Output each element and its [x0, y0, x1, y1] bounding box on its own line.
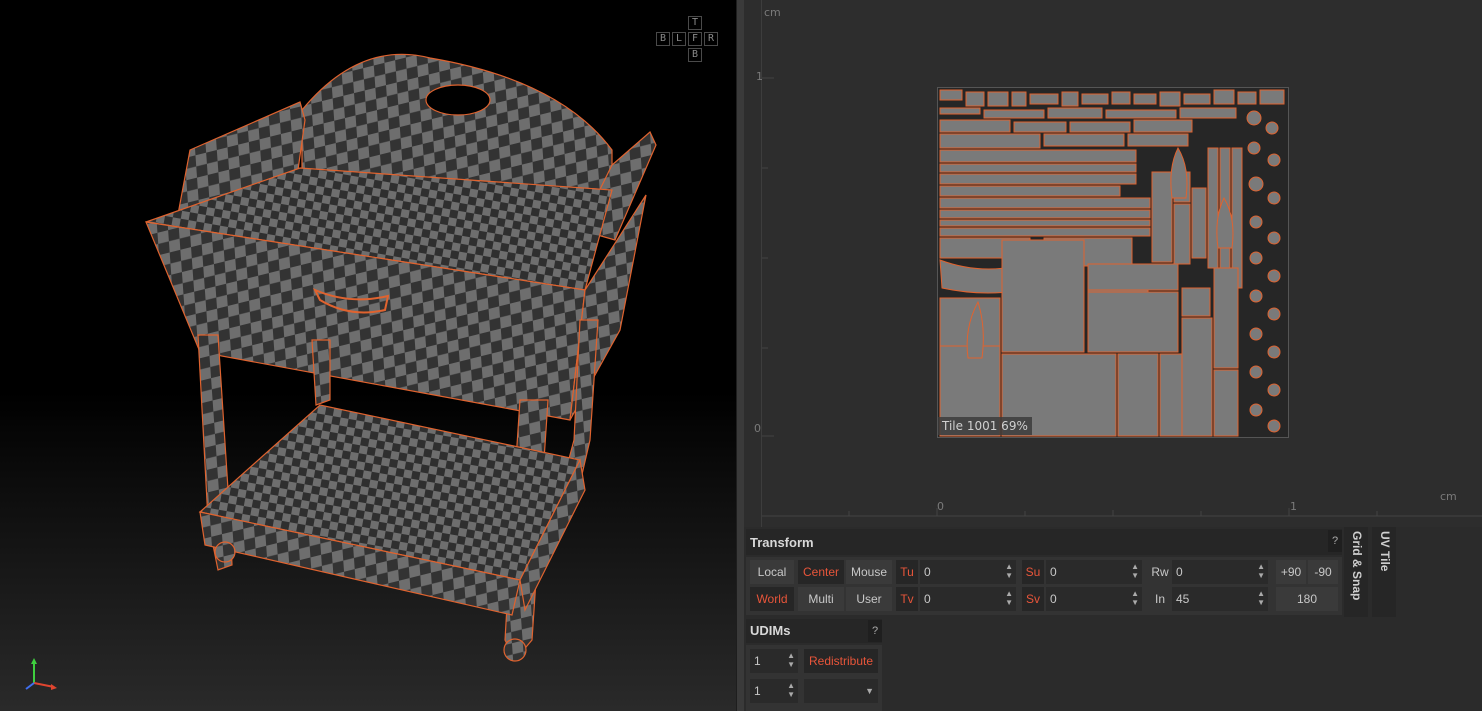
tu-value[interactable]: 0 — [924, 565, 931, 579]
sv-field[interactable]: 0 ▲ ▼ — [1046, 587, 1142, 611]
transform-help-button[interactable]: ? — [1328, 530, 1342, 552]
su-value[interactable]: 0 — [1050, 565, 1057, 579]
chevron-down-icon[interactable]: ▼ — [865, 679, 874, 703]
axis-gizmo-3d-icon — [25, 658, 57, 690]
navcube-right[interactable]: R — [704, 32, 718, 46]
redistribute-button[interactable]: Redistribute — [804, 649, 878, 673]
rotate-minus90-button[interactable]: -90 — [1308, 560, 1338, 584]
tu-label: Tu — [896, 560, 918, 584]
udim-v-value[interactable]: 1 — [754, 684, 761, 698]
in-field[interactable]: 45 ▲ ▼ — [1172, 587, 1268, 611]
tv-value[interactable]: 0 — [924, 592, 931, 606]
model-render — [145, 53, 657, 662]
uv-editor-canvas[interactable]: cm 1 0 0 1 cm Tile 1001 69% — [744, 0, 1482, 527]
in-value[interactable]: 45 — [1176, 592, 1189, 606]
udims-header: UDIMs — [746, 619, 882, 643]
sv-spinner-icon[interactable]: ▲ ▼ — [1131, 589, 1139, 607]
udim-v-spinner-icon[interactable]: ▲ ▼ — [787, 681, 795, 699]
su-field[interactable]: 0 ▲ ▼ — [1046, 560, 1142, 584]
rotate-plus90-button[interactable]: +90 — [1276, 560, 1306, 584]
udim-v-field[interactable]: 1 ▲ ▼ — [750, 679, 798, 703]
udim-u-spinner-icon[interactable]: ▲ ▼ — [787, 651, 795, 669]
rw-label: Rw — [1151, 565, 1169, 579]
udims-help-button[interactable]: ? — [868, 620, 882, 642]
navcube-left[interactable]: L — [672, 32, 686, 46]
tool-panel: Transform ? Grid & Snap UV Tile Local Wo… — [744, 527, 1482, 711]
center-button[interactable]: Center — [798, 560, 844, 584]
local-button[interactable]: Local — [750, 560, 794, 584]
view-navcube[interactable]: T B L F R B — [654, 16, 720, 64]
uv-islands — [939, 89, 1285, 437]
viewport-3d[interactable]: T B L F R B — [0, 0, 736, 711]
rw-field[interactable]: 0 ▲ ▼ — [1172, 560, 1268, 584]
tab-grid-snap[interactable]: Grid & Snap — [1344, 527, 1368, 617]
navcube-back[interactable]: B — [656, 32, 670, 46]
app-root: T B L F R B cm 1 0 0 1 cm Tile 1001 69% … — [0, 0, 1482, 711]
navcube-bottom[interactable]: B — [688, 48, 702, 62]
tile-info-label: Tile 1001 69% — [938, 417, 1032, 435]
rw-value[interactable]: 0 — [1176, 565, 1183, 579]
tu-field[interactable]: 0 ▲ ▼ — [920, 560, 1016, 584]
sv-value[interactable]: 0 — [1050, 592, 1057, 606]
udim-dropdown[interactable]: ▼ — [804, 679, 878, 703]
mouse-button[interactable]: Mouse — [846, 560, 892, 584]
panel-divider[interactable] — [736, 0, 744, 711]
su-spinner-icon[interactable]: ▲ ▼ — [1131, 562, 1139, 580]
navcube-top[interactable]: T — [688, 16, 702, 30]
navcube-front[interactable]: F — [688, 32, 702, 46]
in-spinner-icon[interactable]: ▲ ▼ — [1257, 589, 1265, 607]
rw-spinner-icon[interactable]: ▲ ▼ — [1257, 562, 1265, 580]
udims-controls: 1 ▲ ▼ 1 ▲ ▼ Redistribute ▼ — [746, 645, 882, 711]
transform-header: Transform — [746, 529, 1342, 555]
user-button[interactable]: User — [846, 587, 892, 611]
sv-label: Sv — [1022, 587, 1044, 611]
tu-spinner-icon[interactable]: ▲ ▼ — [1005, 562, 1013, 580]
tv-label: Tv — [896, 587, 918, 611]
tv-spinner-icon[interactable]: ▲ ▼ — [1005, 589, 1013, 607]
tab-uv-tile[interactable]: UV Tile — [1372, 527, 1396, 617]
udim-u-value[interactable]: 1 — [754, 654, 761, 668]
world-button[interactable]: World — [750, 587, 794, 611]
multi-button[interactable]: Multi — [798, 587, 844, 611]
su-label: Su — [1022, 560, 1044, 584]
uv-tile-1001[interactable]: Tile 1001 69% — [937, 87, 1289, 438]
udim-u-field[interactable]: 1 ▲ ▼ — [750, 649, 798, 673]
in-label: In — [1154, 592, 1165, 606]
tv-field[interactable]: 0 ▲ ▼ — [920, 587, 1016, 611]
transform-controls: Local World Center Multi Mouse User Tu 0… — [746, 557, 1342, 615]
rotate-180-button[interactable]: 180 — [1276, 587, 1338, 611]
